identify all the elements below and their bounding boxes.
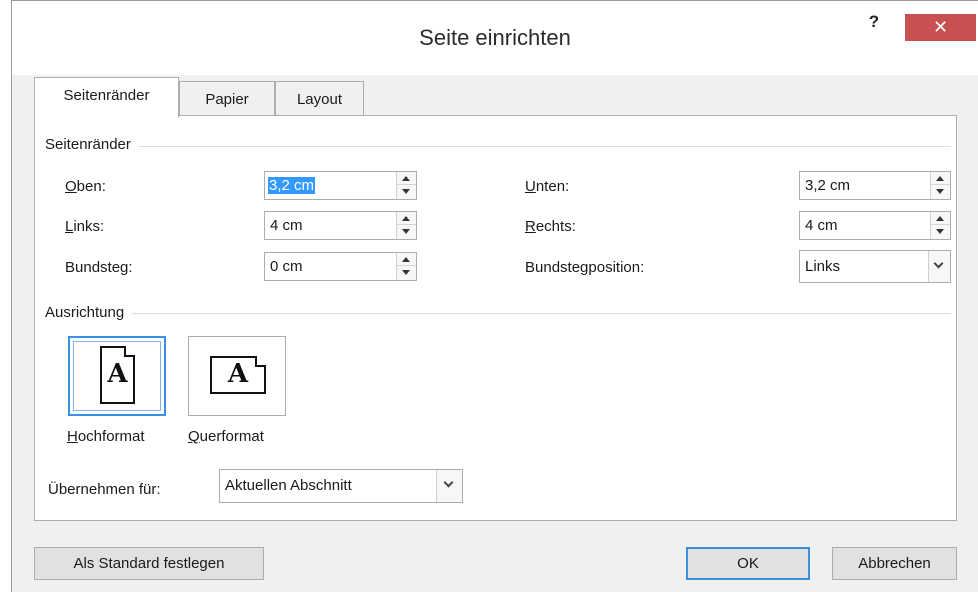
arrow-up-icon [402,176,410,181]
arrow-up-icon [936,176,944,181]
field-value: 4 cm [805,217,838,234]
field-value: 0 cm [270,258,303,275]
arrow-up-icon [402,216,410,221]
tab-label: Seitenränder [63,87,150,104]
group-divider [45,313,951,314]
arrow-down-icon [936,189,944,194]
spin-up-button[interactable] [397,253,416,266]
group-divider [45,146,951,147]
arrow-up-icon [936,216,944,221]
label-text: echts: [535,218,576,235]
spin-down-button[interactable] [397,266,416,279]
tab-label: Layout [296,91,343,108]
gutter-input[interactable]: 0 cm [264,252,417,281]
spin-buttons[interactable] [396,172,416,199]
apply-to-label: Übernehmen für: [48,481,161,498]
ok-button[interactable]: OK [686,547,810,580]
select-value: Links [805,258,841,275]
landscape-option[interactable]: A [188,336,286,416]
arrow-down-icon [936,229,944,234]
portrait-option[interactable]: A [68,336,166,416]
folded-corner [255,356,266,367]
spin-buttons[interactable] [930,172,950,199]
gutter-label: Bundsteg: [65,259,133,276]
page-letter: A [107,359,128,389]
spin-up-button[interactable] [397,212,416,225]
arrow-down-icon [402,189,410,194]
gutter-position-label: Bundstegposition: [525,259,645,276]
chevron-down-icon [933,258,944,269]
gutter-position-select[interactable]: Links [799,250,951,283]
label-text: nten: [535,178,570,195]
spin-buttons[interactable] [396,253,416,280]
landscape-label: Querformat [188,428,264,445]
portrait-page-icon: A [100,346,135,404]
landscape-page-icon: A [210,356,266,394]
top-margin-label: Oben: [65,178,106,195]
field-value: 3,2 cm [805,177,851,194]
bottom-margin-label: Unten: [525,178,570,195]
close-icon: ✕ [932,17,949,37]
field-value: 4 cm [270,217,303,234]
right-margin-label: Rechts: [525,218,576,235]
tab-seitenraender[interactable]: Seitenränder [34,77,179,118]
spin-down-button[interactable] [931,225,950,238]
cancel-button[interactable]: Abbrechen [832,547,957,580]
dropdown-button[interactable] [928,251,950,282]
top-margin-input[interactable]: 3,2 cm [264,171,417,200]
field-value: 3,2 cm [268,177,316,194]
title-bar: Seite einrichten ? ✕ [12,1,978,75]
tab-label: Papier [205,91,249,108]
margins-group-label: Seitenränder [45,136,139,153]
label-text: uerformat [199,428,264,445]
dropdown-button[interactable] [436,470,462,502]
arrow-down-icon [402,229,410,234]
spin-down-button[interactable] [931,185,950,198]
arrow-down-icon [402,270,410,275]
spin-down-button[interactable] [397,225,416,238]
arrow-up-icon [402,257,410,262]
spin-up-button[interactable] [931,172,950,185]
left-margin-label: Links: [65,218,105,235]
spin-up-button[interactable] [931,212,950,225]
bottom-margin-input[interactable]: 3,2 cm [799,171,951,200]
tab-panel-seitenraender: Seitenränder Oben: 3,2 cm Unten: 3,2 cm … [34,115,957,521]
orientation-group-label: Ausrichtung [45,304,133,321]
page-setup-dialog: Seite einrichten ? ✕ Seitenränder Papier… [11,0,978,592]
spin-down-button[interactable] [397,185,416,198]
set-default-button[interactable]: Als Standard festlegen [34,547,264,580]
right-margin-input[interactable]: 4 cm [799,211,951,240]
label-text: ben: [76,178,106,195]
tab-papier[interactable]: Papier [179,81,275,119]
help-button[interactable]: ? [859,7,889,37]
tab-layout[interactable]: Layout [275,81,364,119]
dialog-title: Seite einrichten [419,25,571,50]
page-letter: A [227,359,249,389]
spin-buttons[interactable] [930,212,950,239]
spin-up-button[interactable] [397,172,416,185]
select-value: Aktuellen Abschnitt [225,477,352,494]
portrait-label: Hochformat [67,428,145,445]
left-margin-input[interactable]: 4 cm [264,211,417,240]
label-text: inks: [73,218,105,235]
label-text: ochformat [77,428,145,445]
spin-buttons[interactable] [396,212,416,239]
apply-to-select[interactable]: Aktuellen Abschnitt [219,469,463,503]
folded-corner [124,346,135,357]
close-button[interactable]: ✕ [905,14,976,41]
chevron-down-icon [443,477,454,488]
